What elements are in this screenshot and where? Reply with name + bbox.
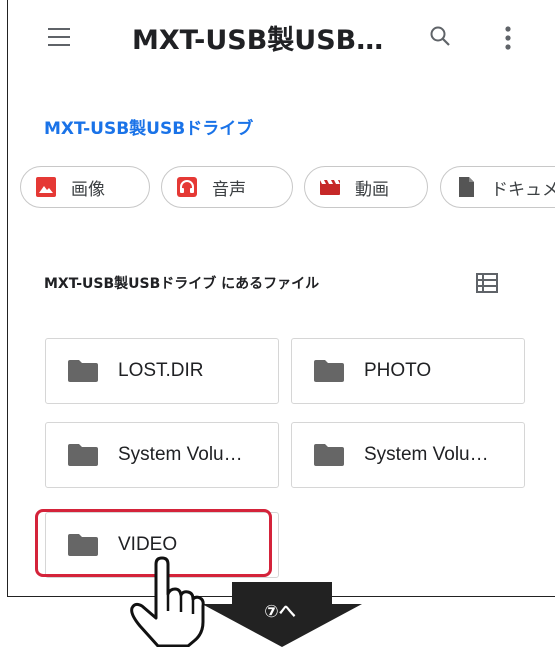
folder-name: LOST.DIR [118,360,204,381]
list-view-icon[interactable] [476,273,498,293]
folder-name: System Volu… [118,444,243,465]
pointing-hand-icon [130,556,205,647]
folder-tile-system-volume-2[interactable]: System Volu… [291,422,525,488]
chip-audio[interactable]: 音声 [161,166,293,208]
document-icon [455,176,477,198]
folder-icon [68,360,98,382]
chip-label: 画像 [71,179,105,200]
folder-name: PHOTO [364,360,432,381]
image-icon [35,176,57,198]
app-title: MXT-USB製USB… [132,25,384,56]
chip-label: 音声 [212,179,246,200]
chip-label: 動画 [355,179,389,200]
chip-video[interactable]: 動画 [304,166,428,208]
section-title: MXT-USB製USBドライブ にあるファイル [44,276,320,292]
folder-name: System Volu… [364,444,489,465]
chip-label: ドキュメ [491,179,555,200]
more-vert-icon[interactable] [502,24,514,52]
app-screen: MXT-USB製USB… MXT-USB製USBドライブ 画像 音声 動画 ドキ… [7,0,555,597]
search-icon[interactable] [428,24,452,48]
hamburger-menu-icon[interactable] [48,28,70,46]
callout-label: ⑦へ [264,602,296,622]
breadcrumb[interactable]: MXT-USB製USBドライブ [44,114,253,139]
app-bar: MXT-USB製USB… [8,0,555,80]
folder-icon [314,360,344,382]
folder-icon [314,444,344,466]
movie-clapper-icon [319,176,341,198]
chip-documents[interactable]: ドキュメ [440,166,555,208]
folder-icon [68,444,98,466]
folder-tile-photo[interactable]: PHOTO [291,338,525,404]
folder-tile-system-volume-1[interactable]: System Volu… [45,422,279,488]
folder-tile-lost-dir[interactable]: LOST.DIR [45,338,279,404]
headphones-icon [176,176,198,198]
chip-images[interactable]: 画像 [20,166,150,208]
